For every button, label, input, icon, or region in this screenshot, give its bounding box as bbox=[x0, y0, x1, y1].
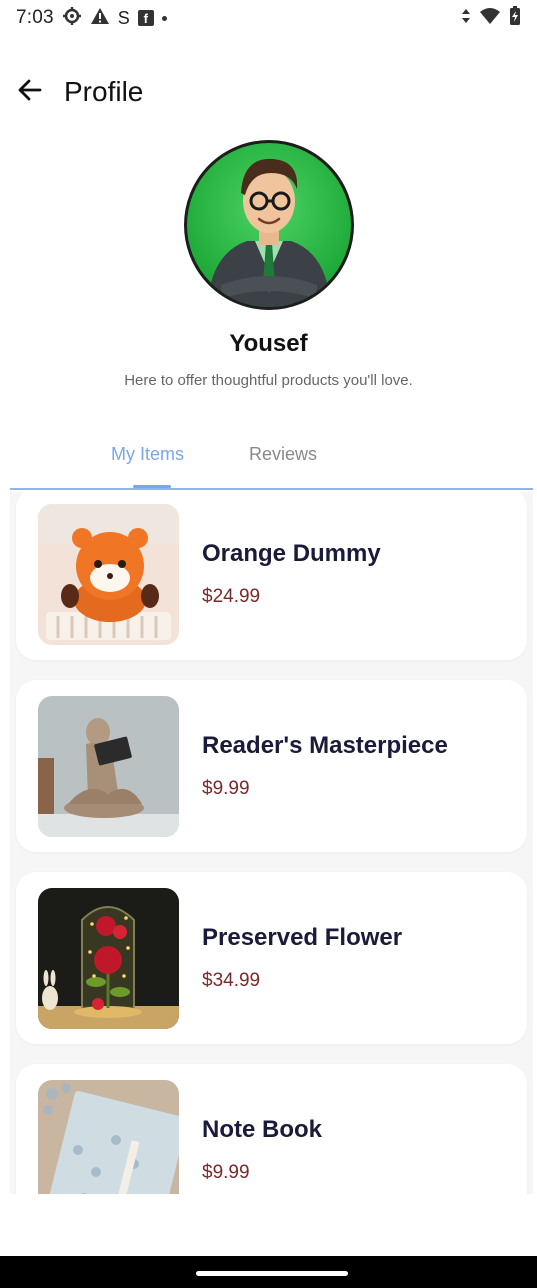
status-right bbox=[461, 5, 521, 31]
data-arrows-icon bbox=[461, 8, 471, 29]
warning-icon bbox=[90, 7, 110, 30]
item-price: $9.99 bbox=[202, 778, 250, 799]
wifi-icon bbox=[479, 7, 501, 30]
arrow-left-icon bbox=[16, 76, 44, 109]
list-item[interactable]: Orange Dummy $24.99 bbox=[16, 492, 527, 660]
tab-my-items[interactable]: My Items bbox=[111, 436, 184, 472]
status-bar: 7:03 S f bbox=[0, 0, 537, 36]
page-title: Profile bbox=[64, 76, 144, 107]
app-bar: Profile bbox=[0, 62, 537, 122]
home-indicator[interactable] bbox=[196, 1271, 348, 1276]
tab-bar: My Items Reviews bbox=[0, 436, 537, 492]
item-title: Preserved Flower bbox=[202, 924, 403, 951]
item-thumbnail bbox=[38, 696, 179, 837]
dot-icon bbox=[161, 15, 167, 21]
gear-icon bbox=[62, 6, 82, 31]
list-item[interactable]: Reader's Masterpiece $9.99 bbox=[16, 680, 527, 852]
status-time: 7:03 bbox=[16, 7, 54, 28]
avatar bbox=[184, 140, 354, 310]
avatar-illustration bbox=[207, 158, 331, 307]
tab-divider bbox=[10, 488, 533, 490]
list-item[interactable]: Preserved Flower $34.99 bbox=[16, 872, 527, 1044]
battery-icon bbox=[509, 5, 521, 31]
item-thumbnail bbox=[38, 888, 179, 1029]
item-title: Note Book bbox=[202, 1116, 322, 1143]
item-title: Orange Dummy bbox=[202, 540, 381, 567]
item-title: Reader's Masterpiece bbox=[202, 732, 448, 759]
item-price: $34.99 bbox=[202, 970, 261, 991]
list-item[interactable]: Note Book $9.99 bbox=[16, 1064, 527, 1194]
items-list[interactable]: Orange Dummy $24.99 Reader's Masterpiece… bbox=[10, 492, 533, 1194]
profile-bio: Here to offer thoughtful products you'll… bbox=[124, 372, 413, 389]
item-price: $24.99 bbox=[202, 586, 261, 607]
item-price: $9.99 bbox=[202, 1162, 250, 1183]
tab-reviews[interactable]: Reviews bbox=[249, 436, 317, 472]
status-left: 7:03 S f bbox=[16, 6, 167, 31]
item-thumbnail bbox=[38, 504, 179, 645]
s-icon: S bbox=[117, 8, 130, 28]
item-thumbnail bbox=[38, 1080, 179, 1194]
profile-name: Yousef bbox=[229, 330, 308, 357]
facebook-icon: f bbox=[137, 10, 154, 26]
back-button[interactable] bbox=[12, 74, 48, 110]
